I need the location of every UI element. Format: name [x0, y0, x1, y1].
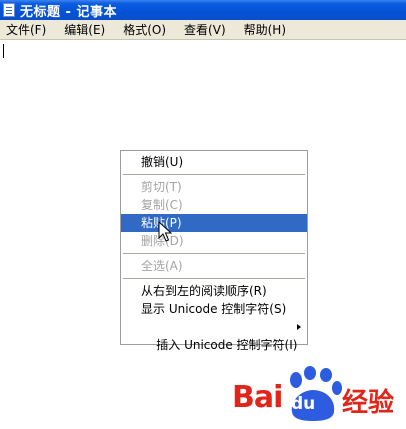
menu-format[interactable]: 格式(O) — [117, 21, 172, 38]
context-menu-delete[interactable]: 删除(D) — [121, 232, 307, 250]
context-menu-insert-unicode-control[interactable]: 插入 Unicode 控制字符(I) — [121, 318, 307, 352]
menu-separator — [123, 278, 305, 279]
menu-file[interactable]: 文件(F) — [0, 21, 52, 38]
baidu-brand-text: Bai — [232, 380, 283, 415]
context-menu-rtl-reading-order[interactable]: 从右到左的阅读顺序(R) — [121, 282, 307, 300]
baidu-jingyan-watermark: Bai du 经验 — [232, 364, 402, 424]
menu-separator — [123, 253, 305, 254]
context-menu-undo[interactable]: 撤销(U) — [121, 153, 307, 171]
window-title: 无标题 - 记事本 — [20, 4, 117, 20]
menu-edit[interactable]: 编辑(E) — [58, 21, 111, 38]
context-menu-select-all[interactable]: 全选(A) — [121, 257, 307, 275]
notepad-icon — [3, 3, 15, 17]
text-caret — [3, 44, 4, 58]
submenu-arrow-icon — [297, 324, 301, 330]
menu-view[interactable]: 查看(V) — [178, 21, 232, 38]
context-menu-show-unicode-control[interactable]: 显示 Unicode 控制字符(S) — [121, 300, 307, 318]
context-menu-insert-unicode-label: 插入 Unicode 控制字符(I) — [156, 338, 298, 352]
context-menu-paste[interactable]: 粘贴(P) — [121, 214, 307, 232]
menu-help[interactable]: 帮助(H) — [238, 21, 292, 38]
menu-bar: 文件(F) 编辑(E) 格式(O) 查看(V) 帮助(H) — [0, 20, 406, 40]
context-menu: 撤销(U) 剪切(T) 复制(C) 粘贴(P) 删除(D) 全选(A) 从右到左… — [120, 150, 308, 352]
menu-separator — [123, 174, 305, 175]
mouse-cursor-icon — [158, 221, 172, 242]
baidu-brand-du-text: du — [291, 394, 316, 414]
title-bar[interactable]: 无标题 - 记事本 — [0, 0, 406, 20]
baidu-jingyan-text: 经验 — [342, 388, 395, 418]
context-menu-copy[interactable]: 复制(C) — [121, 196, 307, 214]
context-menu-cut[interactable]: 剪切(T) — [121, 178, 307, 196]
